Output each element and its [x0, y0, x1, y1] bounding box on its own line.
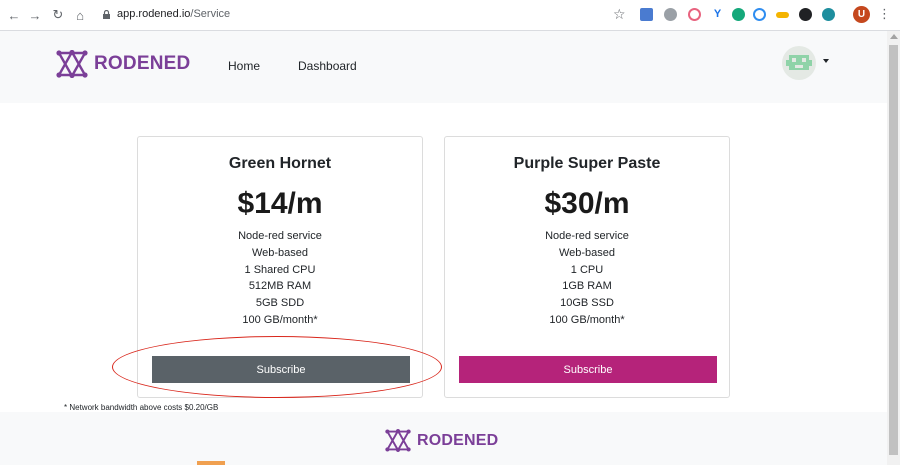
extension-icon[interactable] — [776, 12, 789, 18]
bookmark-star-icon[interactable]: ☆ — [613, 6, 626, 23]
extension-icon[interactable] — [822, 8, 835, 21]
feature-item: Web-based — [251, 246, 309, 259]
nav-dashboard-link[interactable]: Dashboard — [298, 59, 357, 73]
brand-logo[interactable]: RODENED — [56, 50, 190, 78]
scroll-up-arrow-icon[interactable] — [890, 34, 898, 39]
user-avatar[interactable] — [782, 46, 816, 80]
caret-down-icon[interactable] — [823, 59, 829, 63]
feature-item: 100 GB/month* — [549, 313, 625, 326]
plan-card-purple-super-paste: Purple Super Paste $30/m Node-red servic… — [444, 136, 730, 398]
page-scrollbar[interactable] — [887, 31, 900, 465]
translate-extension-icon[interactable] — [640, 8, 653, 21]
plan-price: $14/m — [237, 187, 323, 220]
scroll-thumb[interactable] — [889, 45, 898, 455]
feature-item: 1 Shared CPU — [244, 263, 316, 276]
reload-icon[interactable]: ↻ — [50, 7, 66, 23]
feature-item: 1 CPU — [570, 263, 604, 276]
feature-item: 5GB SDD — [255, 297, 305, 310]
extension-icon[interactable] — [664, 8, 677, 21]
feature-item: 1GB RAM — [562, 280, 612, 293]
plan-features: Node-red service Web-based 1 Shared CPU … — [138, 228, 422, 329]
grammarly-icon[interactable] — [732, 8, 745, 21]
footer-brand-name: RODENED — [417, 431, 499, 449]
plan-title: Green Hornet — [228, 155, 332, 172]
menu-icon[interactable]: ⋮ — [878, 6, 891, 22]
brand-name: RODENED — [94, 53, 191, 74]
url-text: app.rodened.io/Service — [117, 8, 231, 20]
feature-item: Web-based — [558, 246, 616, 259]
site-header: RODENED Home Dashboard — [0, 31, 887, 103]
site-footer: RODENED — [0, 412, 887, 465]
extension-icon[interactable] — [688, 8, 701, 21]
red-annotation-ellipse — [112, 336, 442, 398]
footer-brand-logo[interactable]: RODENED — [385, 429, 498, 452]
profile-avatar[interactable]: U — [853, 6, 870, 23]
subscribe-button-purple-super-paste[interactable]: Subscribe — [459, 356, 717, 383]
plan-price: $30/m — [544, 187, 630, 220]
feature-item: Node-red service — [238, 230, 322, 242]
feature-item: 10GB SSD — [560, 297, 614, 310]
feature-item: 100 GB/month* — [242, 313, 318, 326]
browser-toolbar: ← → ↻ ⌂ app.rodened.io/Service ☆ Y U ⋮ — [0, 0, 900, 31]
nav-home-link[interactable]: Home — [228, 59, 260, 73]
rodened-logo-icon — [385, 429, 411, 452]
bandwidth-footnote: * Network bandwidth above costs $0.20/GB — [64, 403, 219, 412]
feature-item: 512MB RAM — [248, 280, 312, 293]
plan-title: Purple Super Paste — [513, 155, 661, 172]
extension-icon[interactable] — [799, 8, 812, 21]
address-bar[interactable]: app.rodened.io/Service — [92, 5, 632, 25]
forward-arrow-icon[interactable]: → — [27, 7, 43, 23]
extension-icon[interactable] — [753, 8, 766, 21]
extension-icon[interactable]: Y — [711, 8, 724, 21]
home-icon[interactable]: ⌂ — [72, 7, 88, 23]
back-arrow-icon[interactable]: ← — [6, 7, 22, 23]
feature-item: Node-red service — [545, 230, 629, 242]
plan-features: Node-red service Web-based 1 CPU 1GB RAM… — [445, 228, 729, 329]
lock-icon — [103, 10, 110, 19]
feedback-tab[interactable] — [197, 461, 225, 465]
rodened-logo-icon — [56, 50, 88, 78]
